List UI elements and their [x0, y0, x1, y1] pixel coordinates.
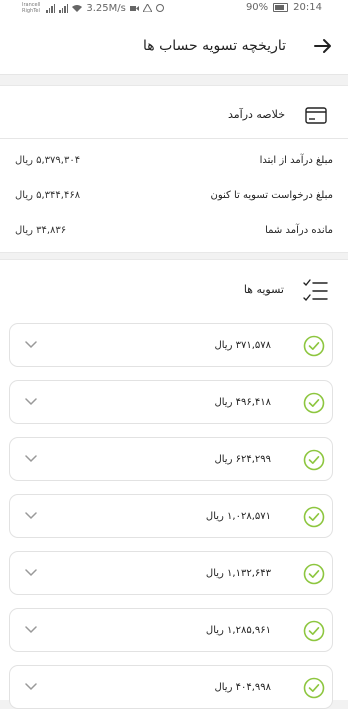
settlement-amount: ۴۰۴,۹۹۸ ریال — [214, 682, 271, 693]
check-circle-icon — [303, 449, 325, 471]
carrier-names: Irancell RighTel — [22, 2, 40, 14]
carrier-2: RighTel — [22, 8, 40, 14]
app-header: تاریخچه تسویه حساب ها — [0, 16, 348, 75]
chevron-down-icon[interactable] — [25, 341, 37, 349]
wallet-icon — [305, 107, 327, 124]
status-bar: Irancell RighTel 3.25M/s 90% 20:14 — [0, 0, 348, 16]
settlements-section: تسویه ها ۳۷۱,۵۷۸ ریال ۴۹۶,۴۱۸ ریال ۶۲۴,۲… — [0, 259, 348, 709]
chevron-down-icon[interactable] — [25, 512, 37, 520]
settlement-item[interactable]: ۱,۲۸۵,۹۶۱ ریال — [9, 608, 333, 652]
settlement-amount: ۱,۰۲۸,۵۷۱ ریال — [205, 511, 271, 522]
notification-icon — [155, 4, 164, 12]
checklist-icon — [303, 279, 328, 302]
settlement-item[interactable]: ۱,۰۲۸,۵۷۱ ریال — [9, 494, 333, 538]
settlement-item[interactable]: ۴۰۴,۹۹۸ ریال — [9, 665, 333, 709]
settlement-amount: ۳۷۱,۵۷۸ ریال — [214, 340, 271, 351]
chevron-down-icon[interactable] — [25, 569, 37, 577]
check-circle-icon — [303, 677, 325, 699]
page-title: تاریخچه تسویه حساب ها — [142, 38, 286, 54]
income-summary-card: خلاصه درآمد مبلغ درآمد از ابتدا ۵,۳۷۹,۳۰… — [0, 85, 348, 253]
status-left: Irancell RighTel 3.25M/s — [22, 2, 164, 14]
chevron-down-icon[interactable] — [25, 683, 37, 691]
summary-title: خلاصه درآمد — [227, 108, 285, 121]
clock: 20:14 — [293, 2, 322, 13]
chevron-down-icon[interactable] — [25, 626, 37, 634]
chevron-down-icon[interactable] — [25, 398, 37, 406]
network-speed: 3.25M/s — [86, 2, 126, 14]
settlement-item[interactable]: ۶۲۴,۲۹۹ ریال — [9, 437, 333, 481]
status-right: 90% 20:14 — [246, 2, 322, 13]
battery-level: 90% — [245, 2, 269, 13]
check-circle-icon — [303, 335, 325, 357]
summary-row-requested: مبلغ درخواست تسویه تا کنون ۵,۳۴۴,۴۶۸ ریا… — [15, 190, 333, 206]
summary-value: ۳۴,۸۳۶ ریال — [15, 225, 67, 236]
chevron-down-icon[interactable] — [25, 455, 37, 463]
warning-icon — [142, 4, 152, 12]
signal-icon — [46, 3, 56, 13]
check-circle-icon — [303, 506, 325, 528]
settlements-title: تسویه ها — [243, 283, 284, 296]
check-circle-icon — [303, 392, 325, 414]
summary-label: مانده درآمد شما — [265, 225, 333, 236]
settlement-amount: ۱,۱۳۲,۶۴۳ ریال — [205, 568, 271, 579]
check-circle-icon — [303, 563, 325, 585]
settlement-amount: ۴۹۶,۴۱۸ ریال — [214, 397, 271, 408]
settlement-amount: ۱,۲۸۵,۹۶۱ ریال — [205, 625, 271, 636]
check-circle-icon — [303, 620, 325, 642]
settlement-item[interactable]: ۳۷۱,۵۷۸ ریال — [9, 323, 333, 367]
settlement-item[interactable]: ۱,۱۳۲,۶۴۳ ریال — [9, 551, 333, 595]
wifi-icon — [72, 5, 83, 12]
summary-value: ۵,۳۴۴,۴۶۸ ریال — [15, 190, 81, 201]
settlement-item[interactable]: ۴۹۶,۴۱۸ ریال — [9, 380, 333, 424]
summary-label: مبلغ درآمد از ابتدا — [259, 155, 333, 166]
battery-icon — [273, 3, 289, 12]
summary-row-remaining: مانده درآمد شما ۳۴,۸۳۶ ریال — [15, 225, 333, 241]
divider — [0, 138, 348, 139]
summary-row-total: مبلغ درآمد از ابتدا ۵,۳۷۹,۳۰۴ ریال — [15, 155, 333, 171]
summary-value: ۵,۳۷۹,۳۰۴ ریال — [15, 155, 81, 166]
settlement-amount: ۶۲۴,۲۹۹ ریال — [214, 454, 271, 465]
summary-label: مبلغ درخواست تسویه تا کنون — [210, 190, 333, 201]
video-icon — [129, 5, 139, 11]
signal-icon-2 — [59, 3, 69, 13]
arrow-right-icon[interactable] — [314, 37, 332, 55]
